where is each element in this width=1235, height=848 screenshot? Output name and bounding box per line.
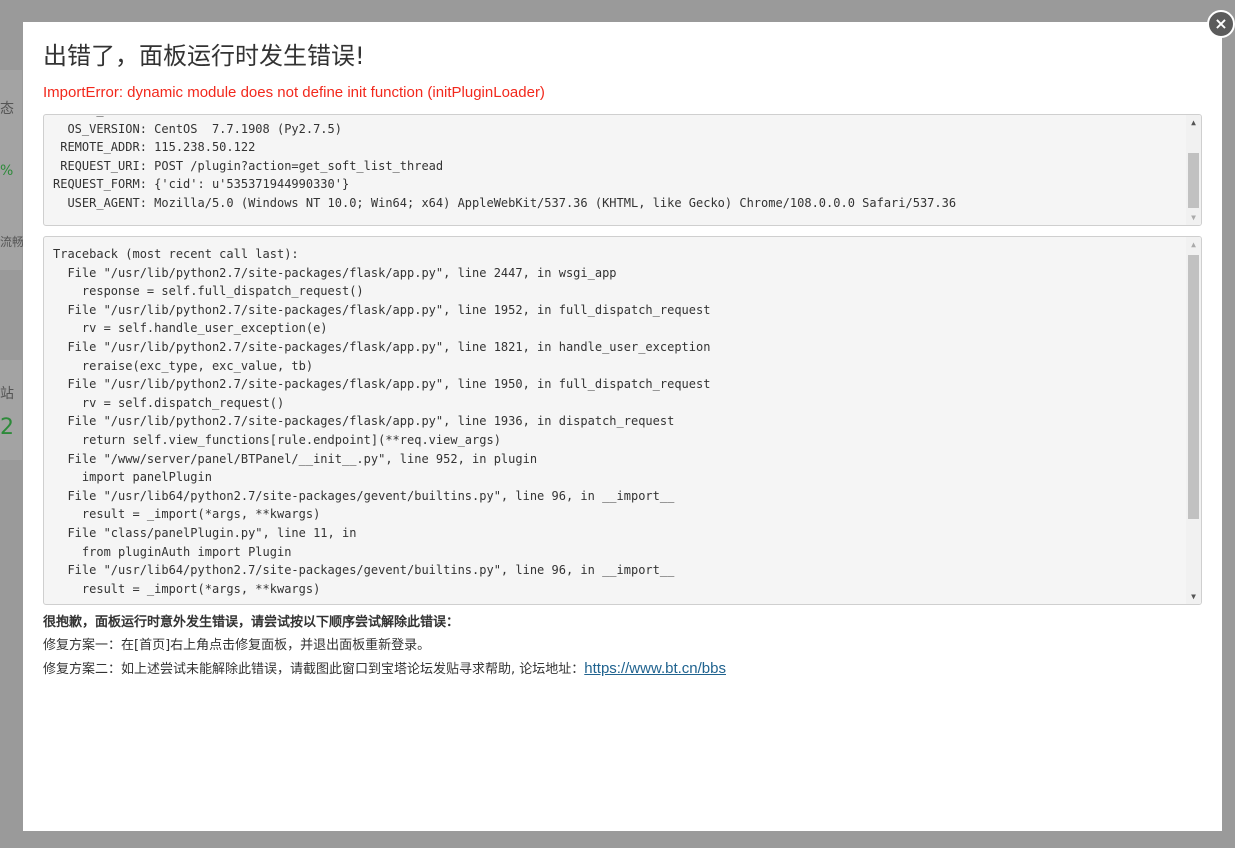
bg-site-panel <box>0 360 22 460</box>
scroll-up-arrow-icon[interactable]: ▲ <box>1186 115 1201 130</box>
scroll-up-arrow-icon[interactable]: ▲ <box>1186 237 1201 252</box>
environment-info-box[interactable]: PAN_VERSION: 7.9.0 OS_VERSION: CentOS 7.… <box>43 114 1202 226</box>
fix-option-1: 修复方案一：在[首页]右上角点击修复面板，并退出面板重新登录。 <box>43 638 431 653</box>
help-intro: 很抱歉，面板运行时意外发生错误，请尝试按以下顺序尝试解除此错误： <box>43 615 460 630</box>
traceback-box[interactable]: Traceback (most recent call last): File … <box>43 236 1202 605</box>
bg-smooth: 流畅 <box>0 235 25 249</box>
close-icon[interactable]: × <box>1207 10 1235 38</box>
env-scrollbar[interactable]: ▲ ▼ <box>1186 115 1201 225</box>
scroll-thumb[interactable] <box>1188 153 1199 208</box>
scroll-down-arrow-icon[interactable]: ▼ <box>1186 210 1201 225</box>
bg-status-label: 态 <box>0 101 14 117</box>
fix-option-2-text: 修复方案二：如上述尝试未能解除此错误，请截图此窗口到宝塔论坛发贴寻求帮助, 论坛… <box>43 662 585 677</box>
bg-site-count: 2 <box>0 415 14 440</box>
dialog-title: 出错了，面板运行时发生错误! <box>43 42 365 70</box>
scroll-down-arrow-icon[interactable]: ▼ <box>1186 589 1201 604</box>
traceback-scrollbar[interactable]: ▲ ▼ <box>1186 237 1201 604</box>
bg-site-label: 站 <box>0 386 14 402</box>
error-dialog: 出错了，面板运行时发生错误! ImportError: dynamic modu… <box>23 22 1222 831</box>
environment-info-text: PAN_VERSION: 7.9.0 OS_VERSION: CentOS 7.… <box>53 115 957 210</box>
traceback-text: Traceback (most recent call last): File … <box>53 247 711 596</box>
help-section: 很抱歉，面板运行时意外发生错误，请尝试按以下顺序尝试解除此错误： 修复方案一：在… <box>43 611 1202 681</box>
bg-percent: % <box>0 163 14 179</box>
fix-option-2: 修复方案二：如上述尝试未能解除此错误，请截图此窗口到宝塔论坛发贴寻求帮助, 论坛… <box>43 657 1202 681</box>
scroll-thumb[interactable] <box>1188 255 1199 519</box>
forum-link[interactable]: https://www.bt.cn/bbs <box>584 660 726 677</box>
error-message: ImportError: dynamic module does not def… <box>43 84 545 101</box>
